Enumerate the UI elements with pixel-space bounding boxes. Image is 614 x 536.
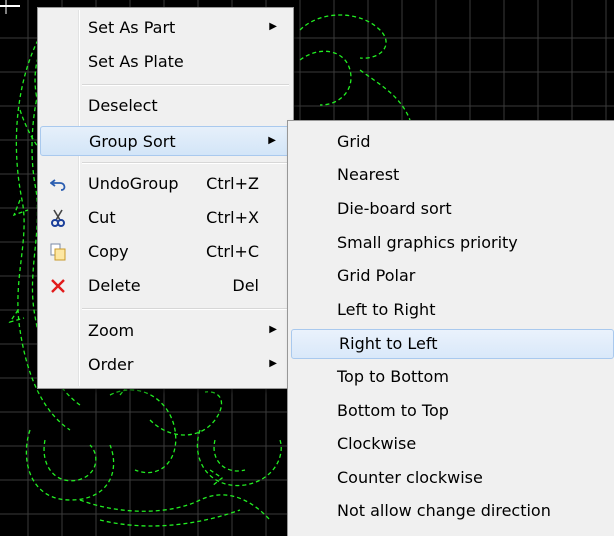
submenu-item-label: Bottom to Top	[337, 401, 449, 420]
submenu-item-grid[interactable]: Grid	[290, 128, 614, 158]
menu-item-label: Delete	[88, 276, 141, 295]
copy-icon	[49, 243, 67, 261]
shortcut-label: Ctrl+C	[205, 242, 259, 261]
menu-separator	[82, 162, 289, 164]
delete-x-icon	[49, 277, 67, 295]
menu-item-copy[interactable]: Copy Ctrl+C	[40, 237, 291, 267]
submenu-item-label: Die-board sort	[337, 199, 452, 218]
menu-item-deselect[interactable]: Deselect	[40, 91, 291, 121]
submenu-item-label: Left to Right	[337, 300, 436, 319]
submenu-item-grid-polar[interactable]: Grid Polar	[290, 262, 614, 292]
submenu-arrow-icon: ▶	[269, 358, 277, 369]
submenu-arrow-icon: ▶	[268, 135, 276, 146]
submenu-item-small-graphics-priority[interactable]: Small graphics priority	[290, 229, 614, 259]
submenu-item-die-board-sort[interactable]: Die-board sort	[290, 195, 614, 225]
menu-separator	[82, 84, 289, 86]
menu-item-label: Set As Part	[88, 18, 176, 37]
submenu-item-label: Not allow change direction	[337, 501, 551, 520]
scissors-icon	[49, 209, 67, 227]
submenu-item-label: Grid Polar	[337, 266, 416, 285]
menu-item-label: Set As Plate	[88, 52, 184, 71]
submenu-arrow-icon: ▶	[269, 324, 277, 335]
submenu-item-label: Counter clockwise	[337, 468, 483, 487]
menu-item-label: Cut	[88, 208, 116, 227]
submenu-item-not-allow-change-direction[interactable]: Not allow change direction	[290, 497, 614, 527]
submenu-item-label: Clockwise	[337, 434, 417, 453]
shortcut-label: Ctrl+Z	[206, 174, 259, 193]
canvas-corner-mark	[0, 0, 20, 14]
submenu-item-nearest[interactable]: Nearest	[290, 161, 614, 191]
submenu-item-clockwise[interactable]: Clockwise	[290, 430, 614, 460]
group-sort-submenu: Grid Nearest Die-board sort Small graphi…	[287, 120, 614, 536]
menu-item-set-as-plate[interactable]: Set As Plate	[40, 47, 291, 77]
submenu-item-top-to-bottom[interactable]: Top to Bottom	[290, 363, 614, 393]
submenu-item-bottom-to-top[interactable]: Bottom to Top	[290, 397, 614, 427]
shortcut-label: Del	[232, 276, 259, 295]
menu-item-label: UndoGroup	[88, 174, 179, 193]
submenu-item-label: Right to Left	[339, 334, 438, 353]
context-menu: Set As Part ▶ Set As Plate Deselect Grou…	[37, 7, 294, 389]
submenu-item-label: Small graphics priority	[337, 233, 518, 252]
submenu-item-counter-clockwise[interactable]: Counter clockwise	[290, 464, 614, 494]
submenu-arrow-icon: ▶	[269, 21, 277, 32]
menu-item-label: Copy	[88, 242, 129, 261]
submenu-item-label: Nearest	[337, 165, 400, 184]
menu-item-label: Deselect	[88, 96, 158, 115]
menu-item-order[interactable]: Order ▶	[40, 350, 291, 380]
menu-item-zoom[interactable]: Zoom ▶	[40, 316, 291, 346]
undo-icon	[49, 175, 67, 193]
submenu-item-right-to-left[interactable]: Right to Left	[291, 329, 614, 359]
shortcut-label: Ctrl+X	[206, 208, 259, 227]
menu-item-label: Group Sort	[89, 132, 176, 151]
menu-item-group-sort[interactable]: Group Sort ▶	[40, 126, 291, 156]
menu-item-cut[interactable]: Cut Ctrl+X	[40, 203, 291, 233]
menu-item-label: Order	[88, 355, 134, 374]
menu-item-delete[interactable]: Delete Del	[40, 271, 291, 301]
menu-item-set-as-part[interactable]: Set As Part ▶	[40, 13, 291, 43]
submenu-item-label: Top to Bottom	[337, 367, 449, 386]
menu-item-label: Zoom	[88, 321, 135, 340]
submenu-item-left-to-right[interactable]: Left to Right	[290, 296, 614, 326]
submenu-item-label: Grid	[337, 132, 371, 151]
menu-separator	[82, 308, 289, 310]
menu-item-undogroup[interactable]: UndoGroup Ctrl+Z	[40, 169, 291, 199]
